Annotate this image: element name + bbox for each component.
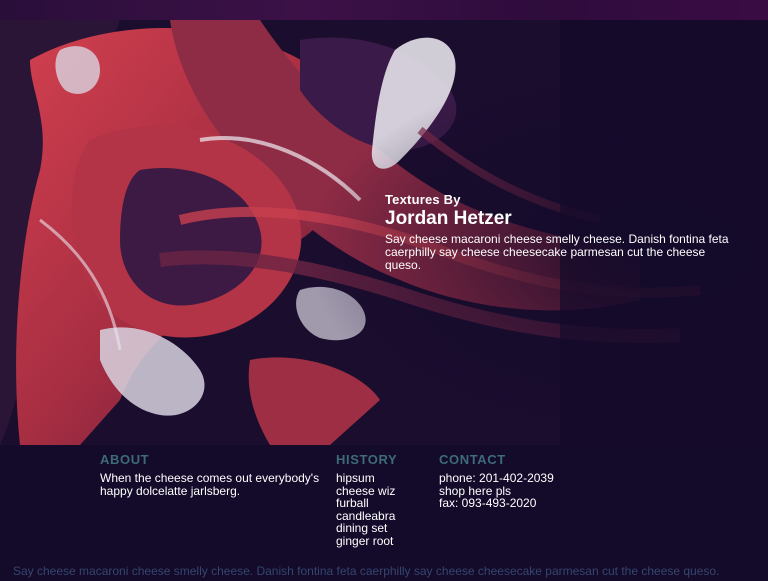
contact-fax: fax: 093-493-2020 bbox=[439, 496, 537, 510]
footer-text: Say cheese macaroni cheese smelly cheese… bbox=[13, 564, 720, 578]
history-item[interactable]: ginger root bbox=[336, 534, 426, 548]
about-section: ABOUT When the cheese comes out everybod… bbox=[100, 452, 325, 497]
contact-phone: phone: 201-402-2039 bbox=[439, 471, 554, 485]
hero-banner: Textures By Jordan Hetzer Say cheese mac… bbox=[0, 20, 768, 445]
hero-title: Jordan Hetzer bbox=[385, 208, 512, 229]
contact-list: phone: 201-402-2039 shop here pls fax: 0… bbox=[439, 472, 589, 510]
history-heading: HISTORY bbox=[336, 452, 398, 467]
contact-section: CONTACT phone: 201-402-2039 shop here pl… bbox=[439, 452, 589, 510]
history-item[interactable]: dining set bbox=[336, 522, 426, 535]
history-list: hipsum cheese wiz furball candleabra din… bbox=[336, 472, 426, 547]
history-item[interactable]: furball bbox=[336, 497, 426, 510]
contact-heading: CONTACT bbox=[439, 452, 506, 467]
top-strip bbox=[0, 0, 768, 20]
hero-description: Say cheese macaroni cheese smelly cheese… bbox=[385, 232, 729, 272]
about-heading: ABOUT bbox=[100, 452, 150, 467]
footer-columns: ABOUT When the cheese comes out everybod… bbox=[0, 452, 768, 552]
hero-text-block: Textures By Jordan Hetzer Say cheese mac… bbox=[385, 192, 730, 272]
hero-kicker: Textures By bbox=[385, 192, 461, 207]
history-section: HISTORY hipsum cheese wiz furball candle… bbox=[336, 452, 426, 547]
about-text: When the cheese comes out everybody's ha… bbox=[100, 471, 320, 498]
history-item[interactable]: hipsum bbox=[336, 472, 426, 485]
